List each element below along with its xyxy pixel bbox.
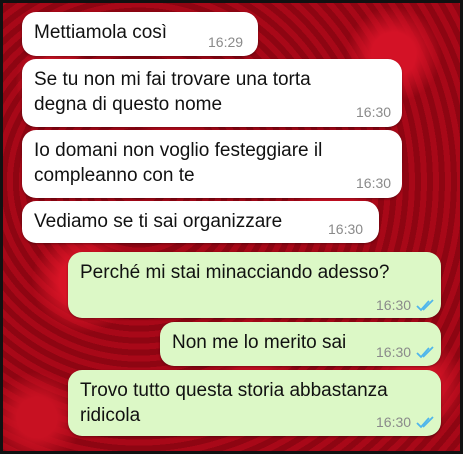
message-timestamp: 16:30 bbox=[376, 297, 412, 313]
message-line: Perché mi stai minacciando adesso? bbox=[80, 262, 390, 283]
message-timestamp: 16:30 bbox=[356, 175, 392, 191]
message-line: Vediamo se ti sai organizzare bbox=[34, 211, 283, 232]
double-check-read-icon bbox=[416, 346, 434, 359]
message-line: Trovo tutto questa storia abbastanza bbox=[80, 380, 388, 401]
message-line: Non me lo merito sai bbox=[172, 332, 347, 353]
message-bubble-incoming[interactable]: Io domani non voglio festeggiare il comp… bbox=[22, 130, 402, 198]
message-line: ridicola bbox=[80, 405, 141, 426]
message-line: degna di questo nome bbox=[34, 94, 223, 115]
message-line: compleanno con te bbox=[34, 165, 195, 186]
message-text: Trovo tutto questa storia abbastanza rid… bbox=[80, 378, 388, 428]
message-text: Mettiamola così bbox=[34, 20, 167, 45]
chat-screen: { "colors": { "incoming_bubble": "#fffff… bbox=[0, 0, 463, 454]
message-text: Se tu non mi fai trovare una torta degna… bbox=[34, 67, 311, 117]
message-bubble-incoming[interactable]: Se tu non mi fai trovare una torta degna… bbox=[22, 59, 402, 127]
message-text: Perché mi stai minacciando adesso? bbox=[80, 260, 389, 285]
double-check-read-icon bbox=[416, 299, 434, 312]
message-bubble-outgoing[interactable]: Trovo tutto questa storia abbastanza rid… bbox=[68, 370, 441, 436]
message-line: Se tu non mi fai trovare una torta bbox=[34, 69, 311, 90]
message-timestamp: 16:29 bbox=[208, 34, 244, 50]
message-line: Mettiamola così bbox=[34, 22, 168, 43]
message-bubble-incoming[interactable]: Vediamo se ti sai organizzare 16:30 bbox=[22, 201, 379, 243]
message-text: Vediamo se ti sai organizzare bbox=[34, 209, 282, 234]
message-timestamp: 16:30 bbox=[356, 104, 392, 120]
message-timestamp: 16:30 bbox=[376, 344, 412, 360]
message-text: Non me lo merito sai bbox=[172, 330, 346, 355]
message-bubble-incoming[interactable]: Mettiamola così 16:29 bbox=[22, 12, 258, 56]
message-line: Io domani non voglio festeggiare il bbox=[34, 140, 323, 161]
message-text: Io domani non voglio festeggiare il comp… bbox=[34, 138, 322, 188]
message-timestamp: 16:30 bbox=[328, 221, 364, 237]
message-bubble-outgoing[interactable]: Perché mi stai minacciando adesso? 16:30 bbox=[68, 252, 441, 318]
message-bubble-outgoing[interactable]: Non me lo merito sai 16:30 bbox=[160, 322, 441, 366]
message-timestamp: 16:30 bbox=[376, 414, 412, 430]
double-check-read-icon bbox=[416, 416, 434, 429]
